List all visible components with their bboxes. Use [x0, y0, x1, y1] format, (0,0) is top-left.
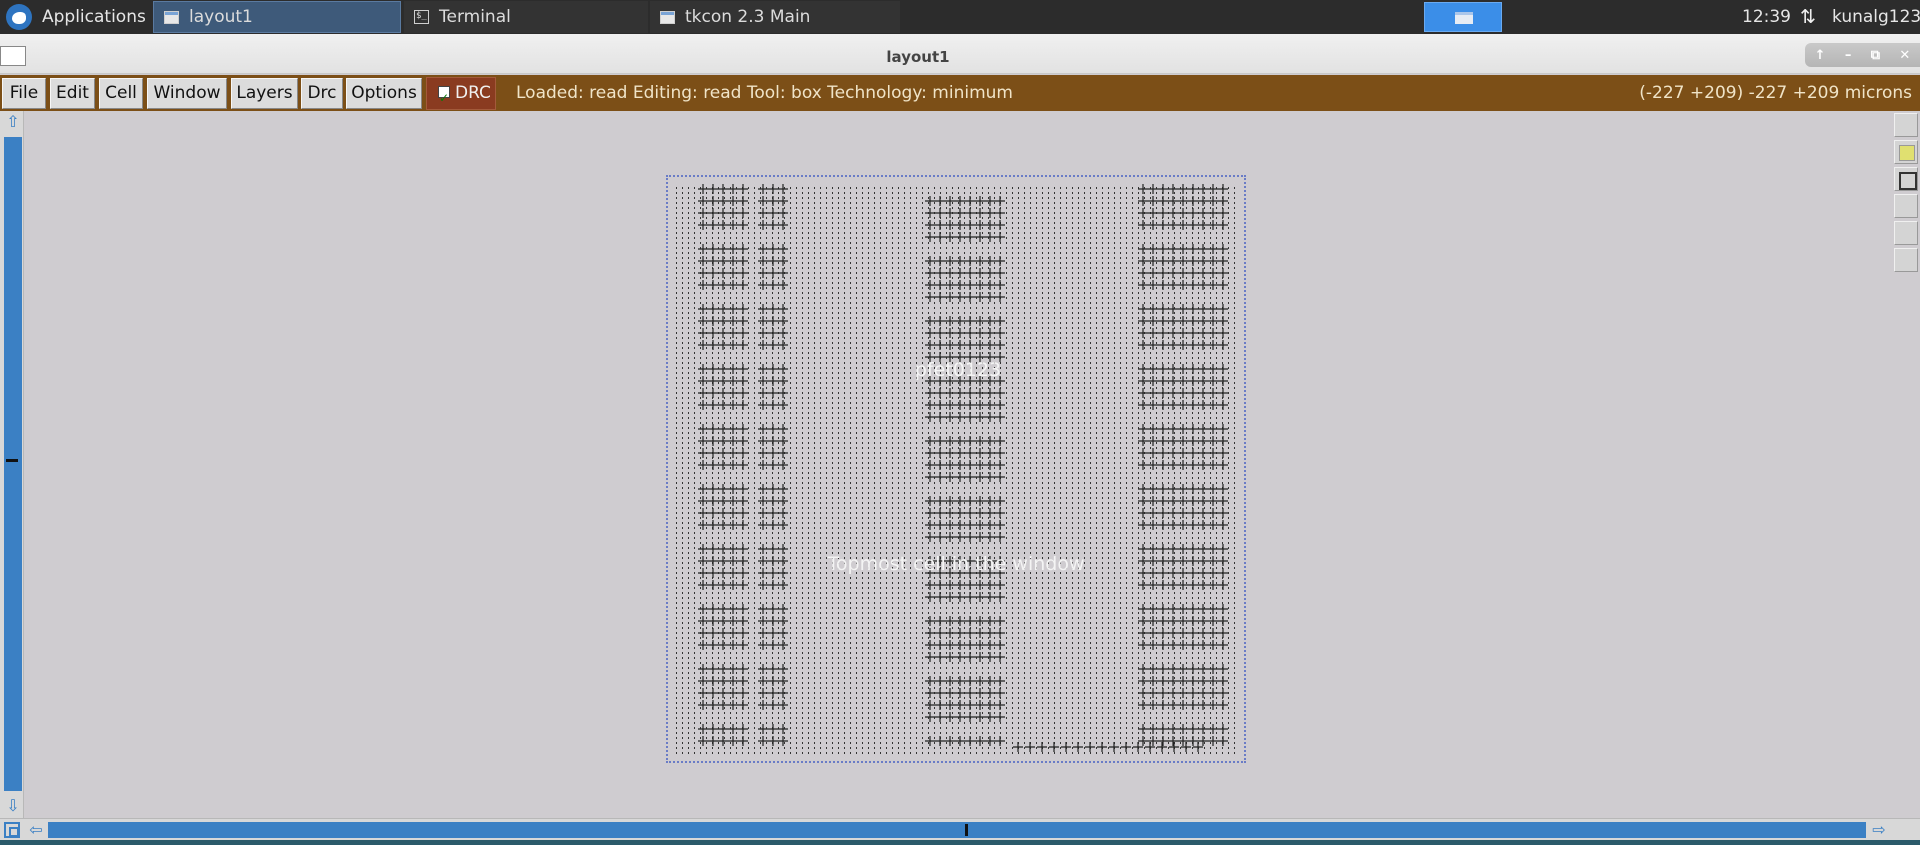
workspace-window-icon [1455, 12, 1473, 24]
status-text: Loaded: read Editing: read Tool: box Tec… [516, 83, 1013, 103]
drc-checkbox[interactable] [438, 83, 450, 114]
bottom-edge [0, 840, 1920, 845]
cell-name-label: pfet0123 [914, 359, 1002, 381]
user-menu[interactable]: kunalg123 [1832, 0, 1920, 34]
network-icon[interactable]: ⇅ [1800, 7, 1820, 27]
horizontal-scrollbar[interactable]: ⇦ ⇨ [0, 818, 1920, 840]
palette-button[interactable] [1894, 113, 1918, 137]
menu-drc[interactable]: Drc [301, 78, 343, 109]
menu-options[interactable]: Options [346, 78, 422, 109]
taskbar-item-label: tkcon 2.3 Main [685, 7, 811, 27]
top-panel: Applications layout1 $_ Terminal tkcon 2… [0, 0, 1920, 34]
palette-button[interactable] [1894, 221, 1918, 245]
taskbar-item-label: layout1 [189, 7, 253, 27]
workspace-switcher[interactable] [1424, 2, 1502, 32]
taskbar-item-label: Terminal [439, 7, 511, 27]
horizontal-scroll-trough[interactable] [48, 822, 1866, 838]
zoom-box-icon[interactable] [4, 822, 20, 838]
palette-button[interactable] [1894, 248, 1918, 272]
applications-label: Applications [42, 7, 146, 27]
palette-highlight-button[interactable] [1894, 140, 1918, 164]
terminal-icon: $_ [414, 10, 429, 24]
taskbar-item-layout1[interactable]: layout1 [153, 1, 401, 33]
shade-icon[interactable]: ↑ [1815, 48, 1826, 63]
scroll-left-icon[interactable]: ⇦ [27, 821, 45, 839]
menu-window[interactable]: Window [147, 78, 227, 109]
layout-pattern [676, 184, 1235, 754]
cell-description-label: Topmost cell in the window [827, 553, 1085, 575]
menubar: File Edit Cell Window Layers Drc Options… [0, 75, 1920, 114]
window-icon [660, 10, 675, 24]
menu-file[interactable]: File [2, 78, 46, 109]
close-icon[interactable]: ✕ [1899, 48, 1910, 63]
layout-canvas[interactable]: pfet0123 Topmost cell in the window [25, 111, 1892, 818]
applications-menu[interactable]: Applications [0, 0, 146, 34]
window-titlebar[interactable]: layout1 ↑ – ⧉ ✕ [0, 34, 1920, 74]
scroll-right-icon[interactable]: ⇨ [1870, 821, 1888, 839]
window-title: layout1 [886, 48, 950, 66]
window-icon [164, 10, 179, 24]
scroll-down-icon[interactable]: ⇩ [4, 797, 22, 815]
vertical-scroll-thumb[interactable] [6, 459, 18, 462]
window-controls: ↑ – ⧉ ✕ [1805, 43, 1920, 67]
vertical-scrollbar[interactable]: ⇧ ⇩ [0, 111, 24, 818]
cell-geometry [676, 184, 1235, 754]
menu-layers[interactable]: Layers [231, 78, 298, 109]
scroll-up-icon[interactable]: ⇧ [4, 113, 22, 131]
menu-cell[interactable]: Cell [99, 78, 143, 109]
horizontal-scroll-thumb[interactable] [965, 824, 968, 836]
menu-edit[interactable]: Edit [50, 78, 95, 109]
taskbar-item-terminal[interactable]: $_ Terminal [404, 1, 648, 33]
palette-box-tool-button[interactable] [1894, 167, 1918, 191]
maximize-icon[interactable]: ⧉ [1871, 48, 1880, 63]
drc-toggle[interactable]: DRC [426, 77, 496, 114]
taskbar-item-tkcon[interactable]: tkcon 2.3 Main [650, 1, 900, 33]
clock[interactable]: 12:39 [1742, 0, 1791, 34]
drc-label: DRC [455, 83, 491, 103]
xfce-logo-icon [6, 4, 32, 30]
palette-button[interactable] [1894, 194, 1918, 218]
cell-bounding-box[interactable]: pfet0123 Topmost cell in the window [666, 175, 1246, 763]
vertical-scroll-trough[interactable] [4, 137, 22, 791]
coordinates-readout: (-227 +209) -227 +209 microns [1639, 83, 1912, 103]
minimize-icon[interactable]: – [1845, 48, 1852, 63]
